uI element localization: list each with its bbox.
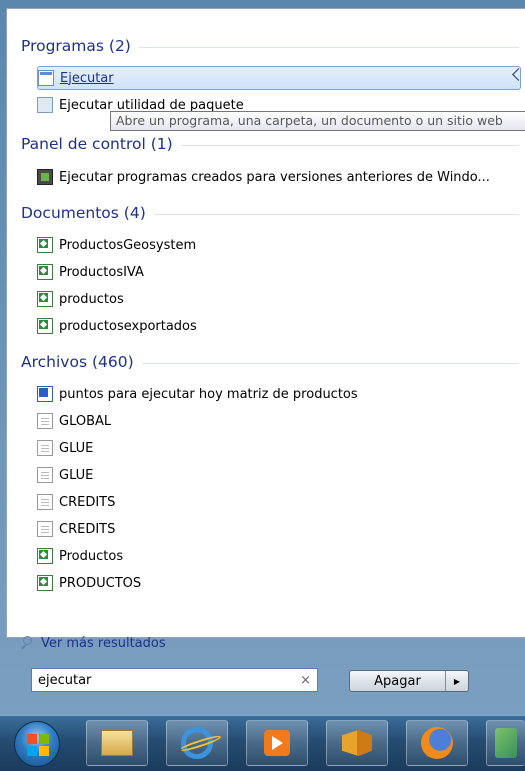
group-title: Documentos (4) xyxy=(21,204,146,222)
result-item-file[interactable]: GLUE xyxy=(37,436,519,460)
excel-icon xyxy=(37,548,53,564)
excel-icon xyxy=(37,264,53,280)
taskbar-app-button[interactable] xyxy=(486,720,525,766)
result-item-file[interactable]: PRODUCTOS xyxy=(37,571,519,595)
result-item-document[interactable]: ProductosGeosystem xyxy=(37,233,519,257)
result-label: PRODUCTOS xyxy=(59,575,142,591)
shutdown-button-group: Apagar ▶ xyxy=(349,670,469,692)
result-item-file[interactable]: Productos xyxy=(37,544,519,568)
run-icon xyxy=(38,70,54,86)
result-label: Ejecutar programas creados para versione… xyxy=(59,169,490,185)
shutdown-button[interactable]: Apagar xyxy=(350,671,446,691)
taskbar-firefox-button[interactable] xyxy=(406,720,468,766)
result-label: ProductosIVA xyxy=(59,264,144,280)
result-item-file[interactable]: GLUE xyxy=(37,463,519,487)
taskbar-internet-explorer-button[interactable] xyxy=(166,720,228,766)
divider xyxy=(141,362,519,364)
group-title: Archivos (460) xyxy=(21,353,134,371)
group-header-documents[interactable]: Documentos (4) xyxy=(21,202,519,224)
excel-icon xyxy=(37,291,53,307)
result-item-file[interactable]: puntos para ejecutar hoy matriz de produ… xyxy=(37,382,519,406)
divider xyxy=(180,144,519,146)
windows-logo-icon xyxy=(27,734,49,756)
media-player-icon xyxy=(264,730,290,756)
excel-icon xyxy=(37,237,53,253)
result-label: CREDITS xyxy=(59,521,116,537)
chevron-left-icon xyxy=(510,68,524,82)
result-label: GLUE xyxy=(59,440,94,456)
taskbar-media-player-button[interactable] xyxy=(246,720,308,766)
text-file-icon xyxy=(37,440,53,456)
see-more-results-label: Ver más resultados xyxy=(41,635,166,651)
excel-icon xyxy=(37,318,53,334)
result-label: ProductosGeosystem xyxy=(59,237,197,253)
group-header-control-panel[interactable]: Panel de control (1) xyxy=(21,133,519,155)
taskbar xyxy=(0,715,525,771)
text-file-icon xyxy=(37,494,53,510)
result-label: Productos xyxy=(59,548,124,564)
compatibility-icon xyxy=(37,169,53,185)
firefox-icon xyxy=(421,727,453,759)
result-item-document[interactable]: productos xyxy=(37,287,519,311)
result-label: Ejecutar xyxy=(60,70,114,86)
result-item-document[interactable]: ProductosIVA xyxy=(37,260,519,284)
tooltip: Abre un programa, una carpeta, un docume… xyxy=(110,111,525,131)
result-label: GLUE xyxy=(59,467,94,483)
search-box[interactable]: × xyxy=(31,668,318,692)
result-label: productos xyxy=(59,291,124,307)
result-item-file[interactable]: CREDITS xyxy=(37,490,519,514)
group-title: Programas (2) xyxy=(21,37,131,55)
divider xyxy=(138,46,519,48)
result-item-document[interactable]: productosexportados xyxy=(37,314,519,338)
result-item-compatibility[interactable]: Ejecutar programas creados para versione… xyxy=(37,165,519,189)
internet-explorer-icon xyxy=(181,727,213,759)
result-item-file[interactable]: GLOBAL xyxy=(37,409,519,433)
taskbar-explorer-button[interactable] xyxy=(86,720,148,766)
package-icon xyxy=(37,97,53,113)
folder-icon xyxy=(101,730,133,756)
group-title: Panel de control (1) xyxy=(21,135,173,153)
result-item-file[interactable]: CREDITS xyxy=(37,517,519,541)
word-icon xyxy=(37,386,53,402)
search-input[interactable] xyxy=(38,672,301,688)
divider xyxy=(153,213,519,215)
result-label: CREDITS xyxy=(59,494,116,510)
clear-icon[interactable]: × xyxy=(300,673,311,688)
search-icon xyxy=(21,636,35,650)
start-menu: Programas (2) Ejecutar Ejecutar utilidad… xyxy=(0,0,525,715)
text-file-icon xyxy=(37,413,53,429)
result-label: productosexportados xyxy=(59,318,197,334)
result-label: GLOBAL xyxy=(59,413,112,429)
office-icon xyxy=(342,730,372,756)
group-header-files[interactable]: Archivos (460) xyxy=(21,351,519,373)
see-more-results-link[interactable]: Ver más resultados xyxy=(21,633,166,653)
taskbar-office-button[interactable] xyxy=(326,720,388,766)
start-button[interactable] xyxy=(14,721,60,767)
group-header-programs[interactable]: Programas (2) xyxy=(21,35,519,57)
text-file-icon xyxy=(37,467,53,483)
result-item-run[interactable]: Ejecutar xyxy=(37,66,521,90)
result-label: puntos para ejecutar hoy matriz de produ… xyxy=(59,386,358,402)
app-icon xyxy=(495,728,517,758)
search-results-pane: Programas (2) Ejecutar Ejecutar utilidad… xyxy=(6,8,525,651)
shutdown-options-arrow-icon[interactable]: ▶ xyxy=(446,671,468,691)
text-file-icon xyxy=(37,521,53,537)
excel-icon xyxy=(37,575,53,591)
